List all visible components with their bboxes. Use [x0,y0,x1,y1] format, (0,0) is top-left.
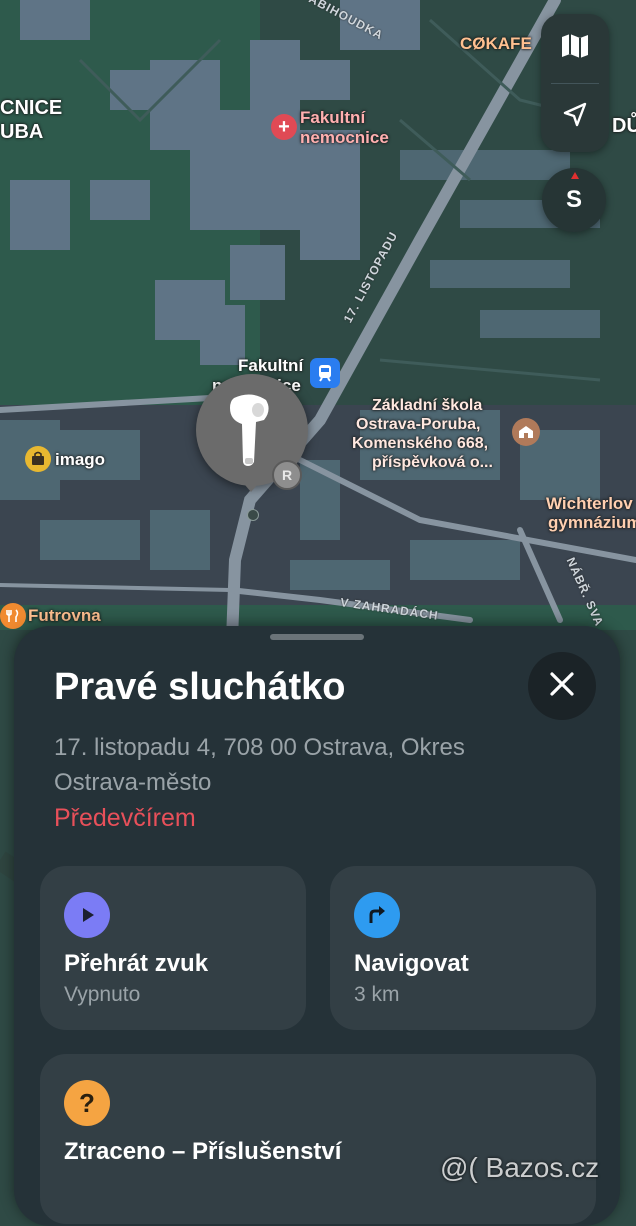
watermark: @( Bazos.cz [440,1152,600,1183]
map-icon [560,32,590,65]
turn-right-arrow-icon [354,892,400,938]
map-label-hospital-left-1: CNICE [0,97,63,119]
airpod-icon [226,392,276,473]
pin-tail [239,478,263,492]
navigate-button[interactable]: Navigovat 3 km [330,866,596,1030]
tram-icon[interactable] [310,358,340,388]
map-label-fakultni-nemocnice-2[interactable]: nemocnice [300,128,389,148]
map-label-school-3[interactable]: Komenského 668, [352,434,488,454]
map-label-imago[interactable]: imago [55,450,105,470]
school-icon[interactable] [512,418,540,446]
map-label-hospital-left-2: UBA [0,121,44,143]
map-label-futrovna[interactable]: Futrovna [28,606,101,626]
navigate-label: Navigovat [354,950,469,977]
item-address: 17. listopadu 4, 708 00 Ostrava, Okres O… [54,734,465,796]
current-location-button[interactable] [541,83,609,152]
compass-button[interactable]: S [542,168,606,232]
map-label-fakultni-nemocnice-1[interactable]: Fakultní [300,108,365,128]
item-detail-sheet: Pravé sluchátko 17. listopadu 4, 708 00 … [14,626,620,1226]
question-icon: ? [64,1080,110,1126]
side-badge: R [272,460,302,490]
map-controls [541,14,609,152]
map-label-school-4[interactable]: příspěvková o... [372,453,493,473]
compass-needle-icon [571,172,579,179]
play-sound-status: Vypnuto [64,983,141,1006]
play-icon [64,892,110,938]
map-label-wichterle-1[interactable]: Wichterlov [546,494,633,514]
shopping-bag-icon[interactable] [25,446,51,472]
item-title: Pravé sluchátko [54,666,346,708]
map-label-tram-stop-1[interactable]: Fakultní [238,356,303,376]
map-mode-button[interactable] [541,14,609,83]
location-arrow-icon [561,101,589,134]
close-icon [548,670,576,703]
map-label-school-1[interactable]: Základní škola [372,396,482,416]
play-sound-label: Přehrát zvuk [64,950,209,977]
lost-mode-button[interactable]: ? Ztraceno – Příslušenství [40,1054,596,1224]
location-dot [247,509,259,521]
navigate-distance: 3 km [354,983,400,1006]
lost-mode-label: Ztraceno – Příslušenství [64,1138,342,1165]
map-label-school-2[interactable]: Ostrava-Poruba, [356,415,480,435]
compass-label: S [565,186,582,213]
play-sound-button[interactable]: Přehrát zvuk Vypnuto [40,866,306,1030]
map-label-wichterle-2[interactable]: gymnázium [548,513,636,533]
close-button[interactable] [528,652,596,720]
map-label-cokafe[interactable]: CØKAFE [460,34,532,54]
hospital-icon[interactable]: + [271,114,297,140]
map-label-right-edge: DŮ [612,115,636,137]
sheet-grabber[interactable] [270,634,364,640]
fork-knife-icon[interactable] [0,603,26,629]
last-seen-time: Předevčírem [54,804,196,832]
